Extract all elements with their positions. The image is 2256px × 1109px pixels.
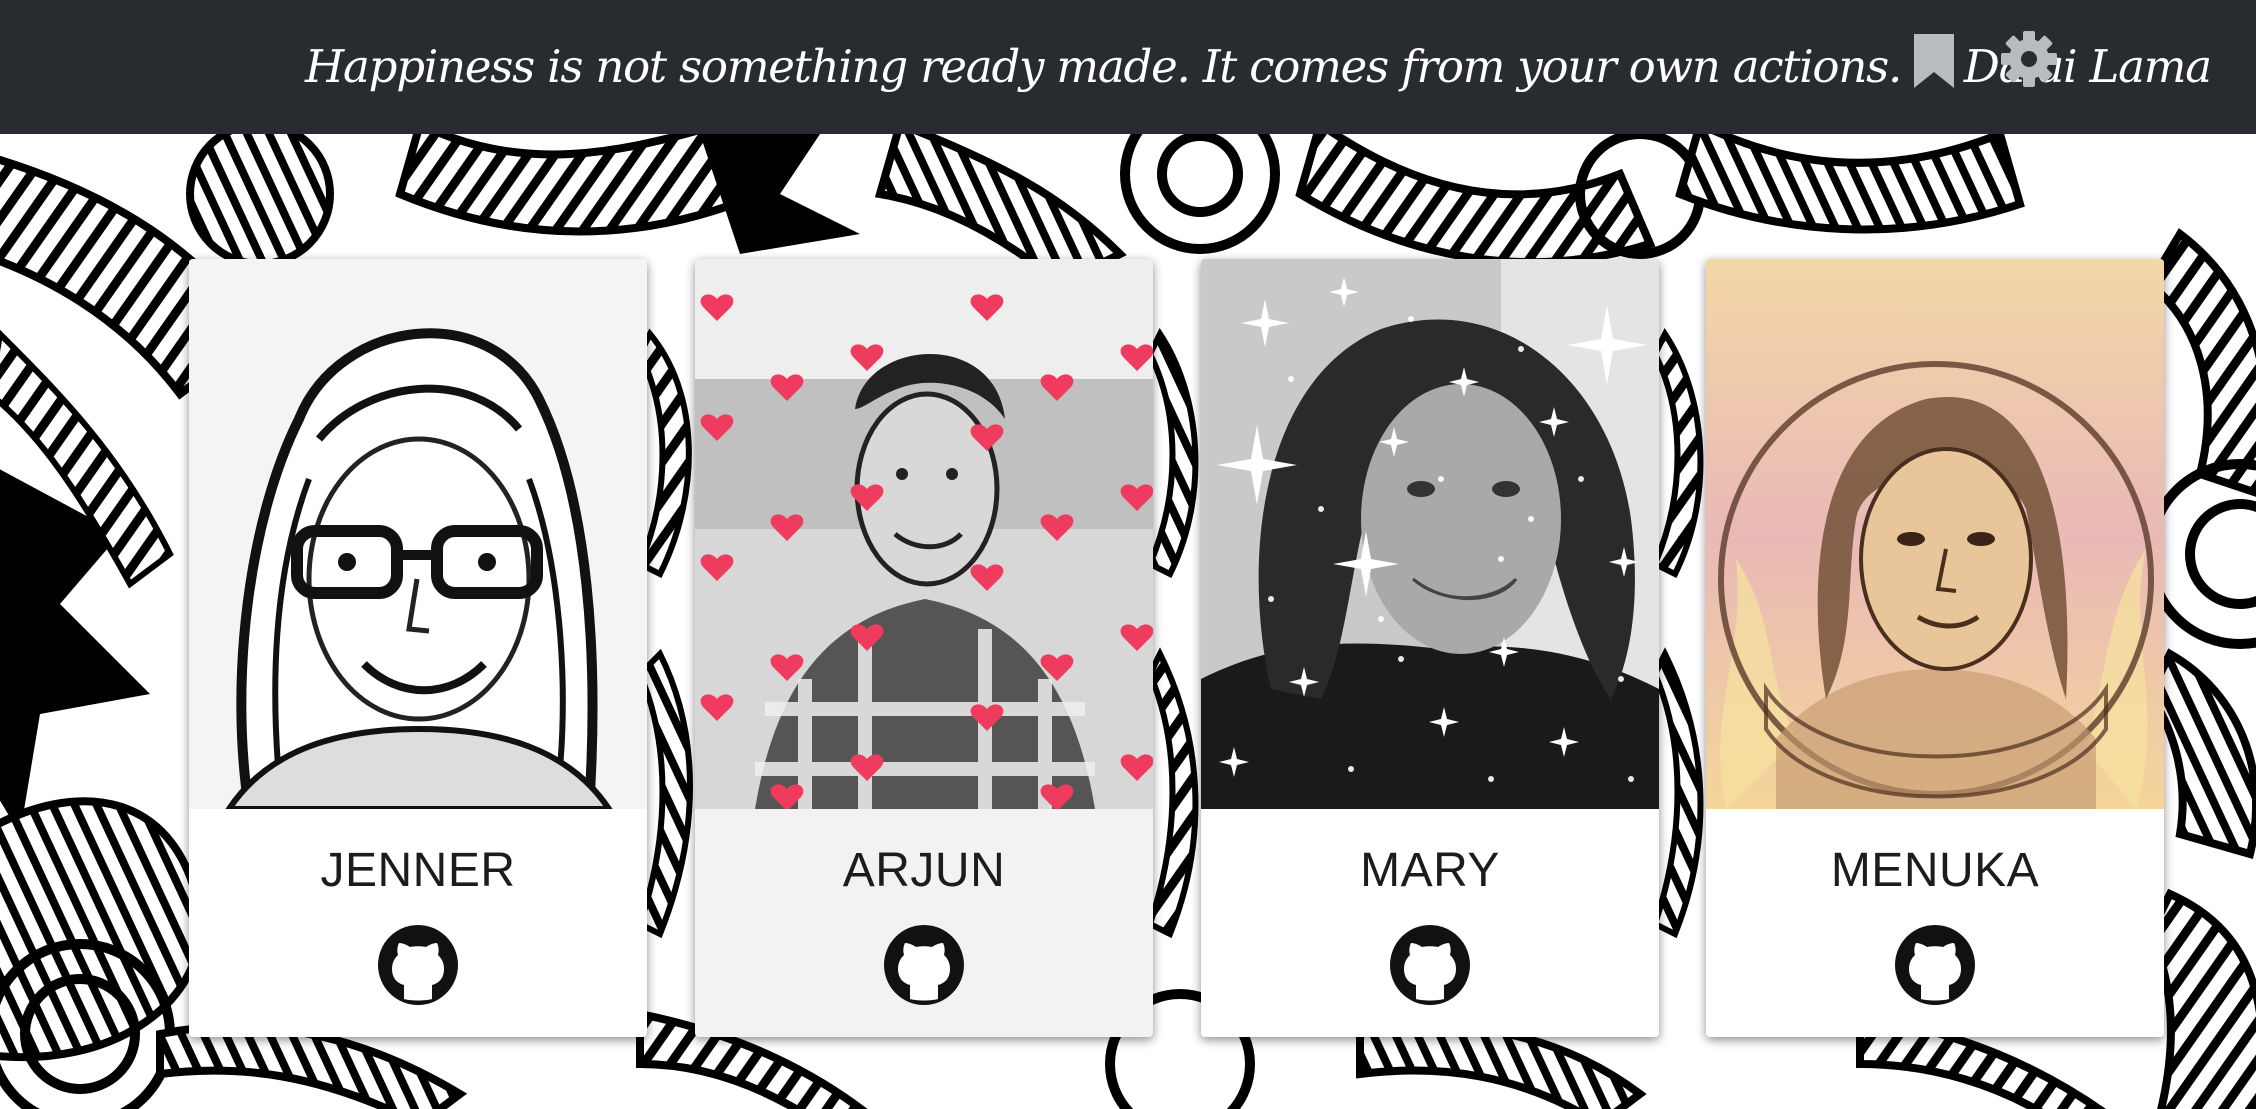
github-icon[interactable] — [376, 923, 460, 1007]
member-name: JENNER — [320, 844, 516, 897]
github-icon[interactable] — [1893, 923, 1977, 1007]
team-card-menuka: MENUKA — [1706, 259, 2164, 1037]
team-card-jenner: JENNER — [189, 259, 647, 1037]
profile-photo — [189, 259, 647, 809]
member-name: MENUKA — [1830, 844, 2040, 897]
member-name: MARY — [1360, 844, 1500, 897]
bookmark-icon[interactable] — [1906, 30, 1962, 92]
top-bar: Happiness is not something ready made. I… — [0, 0, 2256, 134]
github-icon[interactable] — [882, 923, 966, 1007]
profile-photo — [695, 259, 1153, 809]
member-name: ARJUN — [842, 844, 1006, 897]
team-card-mary: MARY — [1201, 259, 1659, 1037]
gear-icon[interactable] — [1998, 28, 2060, 90]
page: Happiness is not something ready made. I… — [0, 0, 2256, 1109]
profile-photo — [1201, 259, 1659, 809]
profile-photo — [1706, 259, 2164, 809]
github-icon[interactable] — [1388, 923, 1472, 1007]
team-card-arjun: ARJUN — [695, 259, 1153, 1037]
quote-text: Happiness is not something ready made. I… — [305, 40, 2212, 93]
